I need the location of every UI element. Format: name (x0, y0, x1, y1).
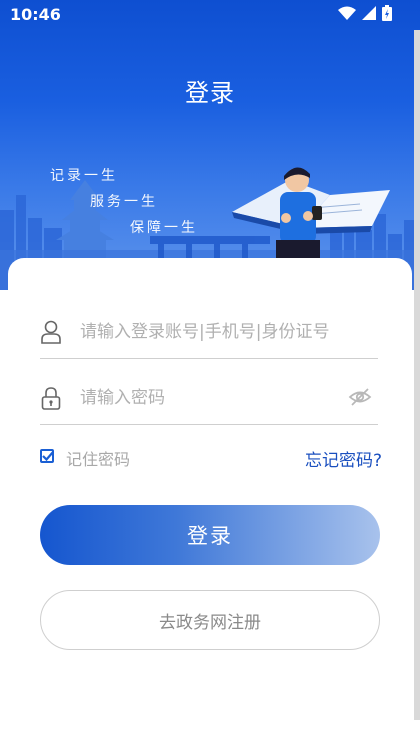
password-input[interactable] (78, 382, 352, 414)
slogan-record: 记录一生 (50, 168, 118, 184)
remember-label[interactable]: 记住密码 (66, 446, 130, 470)
page-title: 登录 (185, 79, 235, 107)
register-button[interactable]: 去政务网注册 (40, 590, 380, 650)
status-icons (338, 5, 392, 21)
login-button[interactable]: 登录 (40, 505, 380, 565)
status-time: 10:46 (10, 5, 61, 24)
signal-icon (362, 6, 376, 20)
lock-icon (41, 387, 61, 410)
forgot-password-link[interactable]: 忘记密码? (305, 446, 382, 471)
slogan-service: 服务一生 (90, 194, 158, 210)
remember-checkbox[interactable] (40, 449, 54, 463)
user-icon (41, 320, 61, 344)
slogan-guarantee: 保障一生 (130, 220, 198, 236)
account-input[interactable] (78, 316, 352, 348)
wifi-icon (338, 6, 356, 20)
battery-icon (382, 5, 392, 21)
password-field (40, 372, 378, 425)
eye-hidden-icon[interactable] (348, 385, 372, 409)
header-banner: 10:46 登录 记录一生 服务一生 保障一生 (0, 0, 420, 290)
account-field (40, 306, 378, 359)
remember-row: 记住密码 忘记密码? (40, 446, 382, 471)
status-bar: 10:46 (0, 0, 420, 30)
checkmark-icon (42, 451, 54, 462)
scrollbar-thumb[interactable] (414, 30, 420, 720)
